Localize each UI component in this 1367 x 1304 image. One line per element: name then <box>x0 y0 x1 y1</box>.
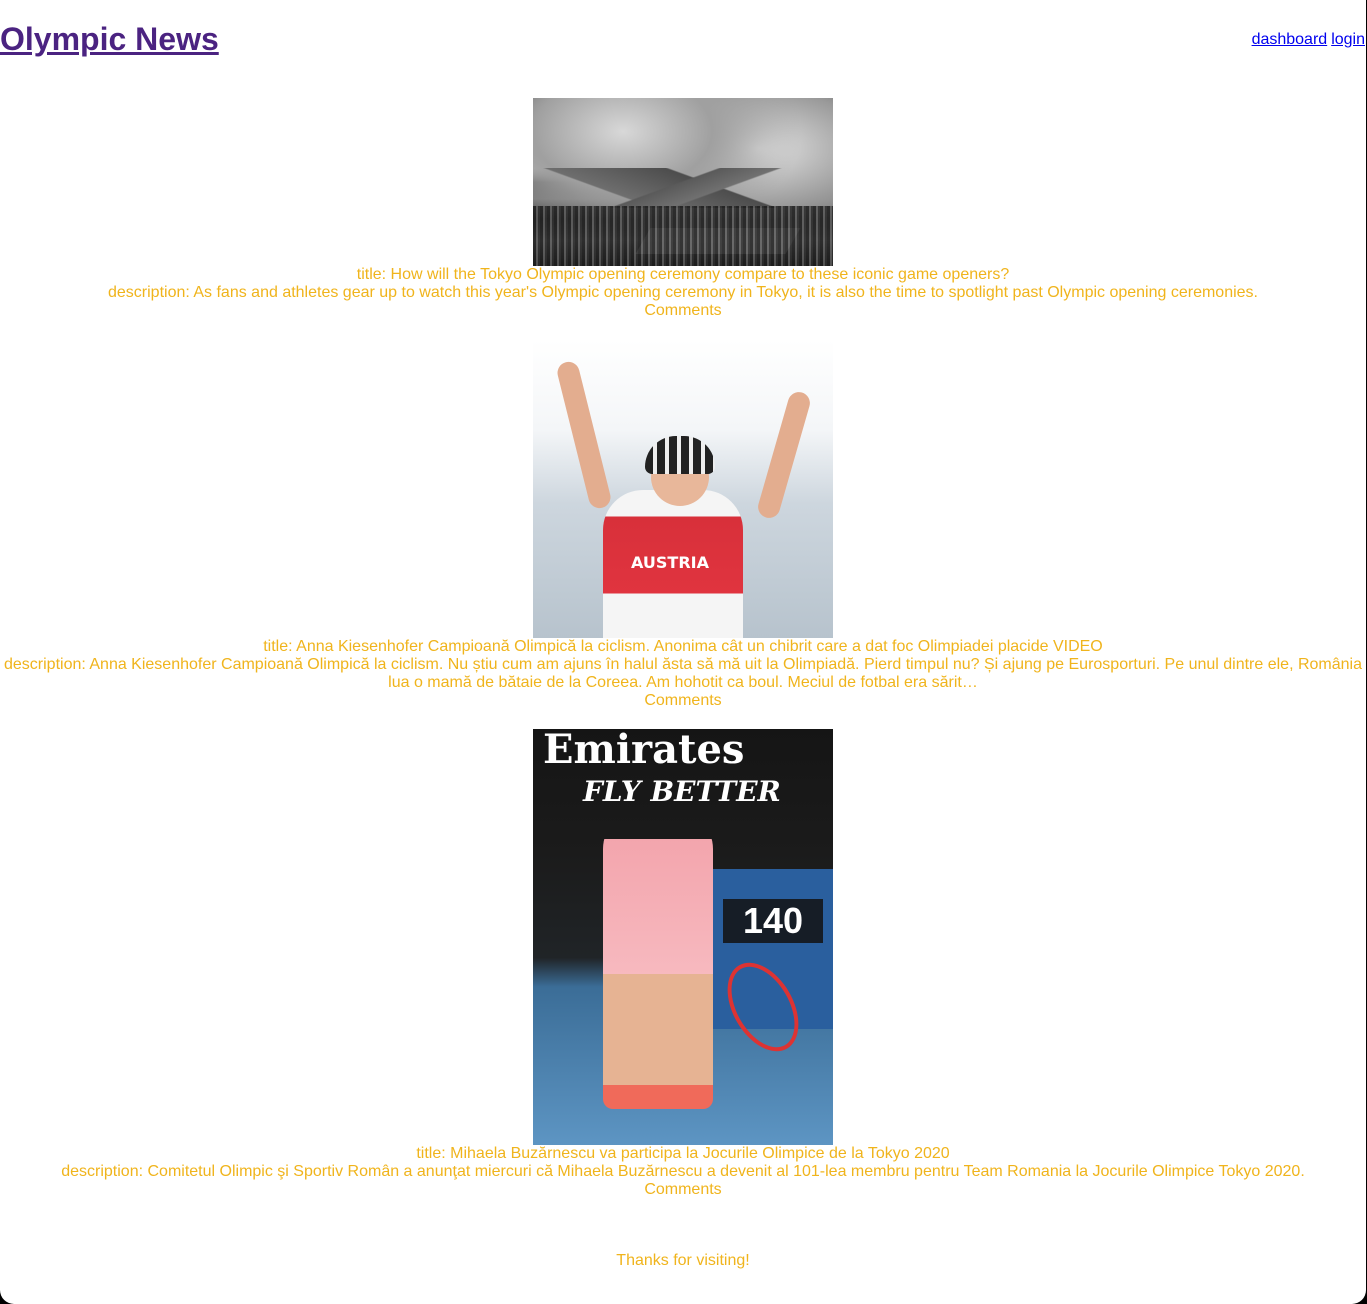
article-image: AUSTRIA <box>533 340 833 638</box>
banner-subtext: FLY BETTER <box>583 775 781 808</box>
jersey-text: AUSTRIA <box>631 553 709 572</box>
article-description: description: Comitetul Olimpic şi Sporti… <box>61 1163 1305 1180</box>
article-description: description: As fans and athletes gear u… <box>107 284 1258 301</box>
article-card: Emirates FLY BETTER 140 title: Mihaela Bu… <box>0 729 1366 1199</box>
footer-text: Thanks for visiting! <box>616 1252 750 1269</box>
site-title: Olympic News <box>0 19 219 59</box>
article-card: AUSTRIA title: Anna Kiesenhofer Campioan… <box>0 340 1366 710</box>
banner-text: Emirates <box>543 729 745 773</box>
top-nav: dashboard login <box>1252 30 1365 50</box>
page: Olympic News dashboard login title: How w… <box>0 0 1366 1304</box>
article-title: title: Mihaela Buzărnescu va participa l… <box>416 1145 950 1162</box>
nav-dashboard-link[interactable]: dashboard <box>1252 31 1328 48</box>
comments-link[interactable]: Comments <box>0 692 1366 710</box>
article-description: description: Anna Kiesenhofer Campioană … <box>3 656 1362 691</box>
site-title-link[interactable]: Olympic News <box>0 21 219 57</box>
article-title: title: Anna Kiesenhofer Campioană Olimpi… <box>263 638 1103 655</box>
article-image <box>533 98 833 266</box>
article-title: title: How will the Tokyo Olympic openin… <box>356 266 1010 283</box>
comments-link[interactable]: Comments <box>0 1181 1366 1199</box>
comments-link[interactable]: Comments <box>0 302 1366 320</box>
article-image: Emirates FLY BETTER 140 <box>533 729 833 1145</box>
article-card: title: How will the Tokyo Olympic openin… <box>0 98 1366 320</box>
speed-readout: 140 <box>723 899 823 943</box>
nav-login-link[interactable]: login <box>1331 31 1365 48</box>
